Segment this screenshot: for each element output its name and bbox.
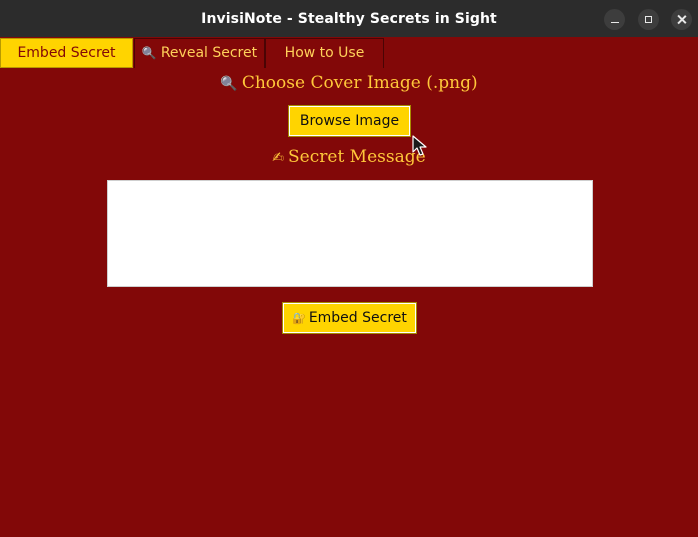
window-title: InvisiNote - Stealthy Secrets in Sight [201, 11, 497, 27]
secret-message-input[interactable] [107, 180, 593, 287]
browse-image-button[interactable]: Browse Image [288, 105, 411, 137]
secret-message-heading: ✍ Secret Message [0, 147, 698, 167]
mouse-pointer-icon [412, 135, 427, 156]
app-window: InvisiNote - Stealthy Secrets in Sight E… [0, 0, 698, 537]
close-button[interactable] [671, 9, 692, 30]
minimize-button[interactable] [604, 9, 625, 30]
embed-secret-button[interactable]: 🔐 Embed Secret [282, 302, 417, 334]
tab-label: Embed Secret [17, 45, 116, 61]
close-icon [677, 15, 686, 24]
maximize-button[interactable] [638, 9, 659, 30]
cover-image-heading: 🔍 Choose Cover Image (.png) [0, 73, 698, 93]
embed-secret-label: Embed Secret [308, 310, 407, 326]
tab-label: How to Use [284, 45, 365, 61]
cover-image-heading-text: Choose Cover Image (.png) [241, 73, 478, 93]
tab-bar: Embed Secret 🔍 Reveal Secret How to Use [0, 37, 698, 68]
minimize-icon [610, 21, 619, 23]
tab-label: Reveal Secret [160, 45, 258, 61]
writing-hand-icon: ✍ [272, 150, 285, 166]
tab-how-to-use[interactable]: How to Use [265, 38, 384, 68]
tab-reveal-secret[interactable]: 🔍 Reveal Secret [134, 38, 265, 68]
secret-message-heading-text: Secret Message [288, 147, 426, 167]
magnifier-icon: 🔍 [220, 76, 238, 92]
tab-embed-secret[interactable]: Embed Secret [0, 38, 133, 68]
key-icon: 🔐 [292, 312, 306, 325]
title-bar[interactable]: InvisiNote - Stealthy Secrets in Sight [0, 0, 698, 37]
maximize-icon [645, 16, 652, 23]
magnifier-icon: 🔍 [141, 46, 157, 60]
